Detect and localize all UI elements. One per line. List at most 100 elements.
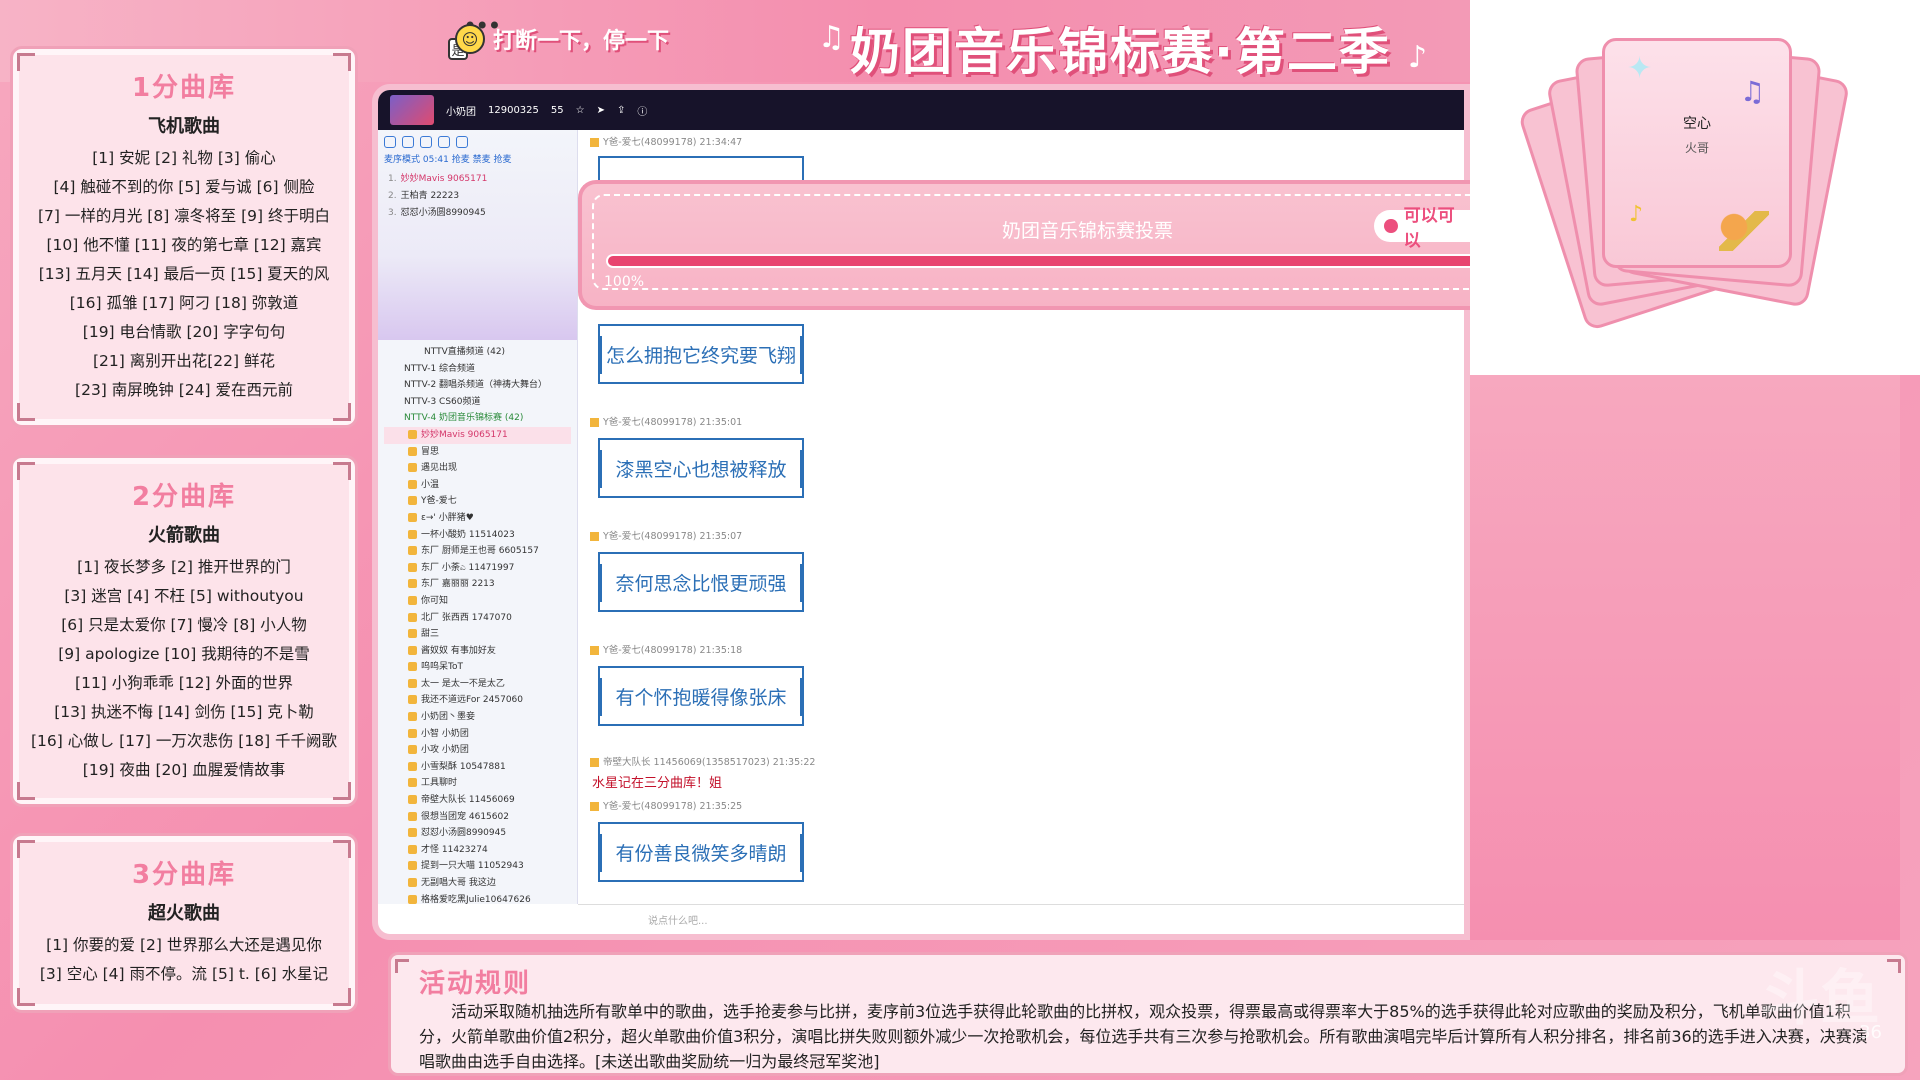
member-name: 一杯小酸奶 11514023 (421, 529, 515, 540)
member-row[interactable]: 很想当团宠 4615602 (384, 809, 571, 826)
member-name: 提到一只大喵 11052943 (421, 861, 524, 872)
share-icon[interactable]: ⇪ (617, 105, 625, 116)
member-row[interactable]: 小奶团丶墨妾 (384, 709, 571, 726)
member-badge-icon (408, 562, 417, 572)
user-icon[interactable] (384, 136, 396, 148)
member-row[interactable]: 酱奴奴 有事加好友 (384, 643, 571, 660)
lyric-box: 有份善良微笑多晴朗 (598, 822, 804, 882)
member-row[interactable]: 才怪 11423274 (384, 842, 571, 859)
rocket-icon (1719, 211, 1769, 251)
song-line: [7] 一样的月光 [8] 凛冬将至 [9] 终于明白 (37, 207, 330, 225)
member-row[interactable]: 呜呜呆ToT (384, 659, 571, 676)
info-icon[interactable]: ⓘ (637, 103, 647, 118)
group-icon[interactable] (402, 136, 414, 148)
member-badge-icon (408, 778, 417, 788)
member-row[interactable]: 东厂 小荼ಎ 11471997 (384, 560, 571, 577)
member-badge-icon (408, 894, 417, 904)
member-row[interactable]: 小智 小奶团 (384, 726, 571, 743)
member-row[interactable]: 一杯小酸奶 11514023 (384, 527, 571, 544)
vote-option[interactable]: 可以可以 (1374, 206, 1470, 251)
yy-sidebar: 麦序模式 05:41 抢麦 禁麦 抢麦 1. 妙妙Mavis 9065171 2.… (378, 130, 578, 905)
channel-row[interactable]: NTTV-2 翻唱杀频道（神祷大舞台） (384, 377, 571, 394)
member-row[interactable]: 遇见出现 (384, 460, 571, 477)
member-row[interactable]: Y爸-爱七 (384, 493, 571, 510)
member-badge-icon (408, 861, 417, 871)
member-name: 遇见出现 (421, 463, 458, 474)
member-name: 无副唱大哥 我这边 (421, 878, 496, 888)
mode-row: 麦序模式 05:41 抢麦 禁麦 抢麦 (384, 152, 571, 165)
song-line: [13] 五月天 [14] 最后一页 [15] 夏天的风 (38, 265, 330, 283)
sparkle-icon: ✦ (1627, 51, 1653, 86)
yy-title-bar: 小奶团 12900325 55 ☆ ➤ ⇪ ⓘ (378, 90, 1464, 130)
song-line: [11] 小狗乖乖 [12] 外面的世界 (75, 674, 293, 692)
channel-row[interactable]: NTTV直播频道 (42) (384, 344, 571, 361)
member-row[interactable]: 你可知 (384, 593, 571, 610)
song-line: [3] 迷宫 [4] 不枉 [5] withoutyou (64, 587, 304, 605)
member-row[interactable]: 怼怼小汤圆8990945 (384, 825, 571, 842)
member-row[interactable]: 甜三 (384, 626, 571, 643)
member-badge-icon (408, 629, 417, 639)
grab-mic-button[interactable]: 抢麦 (452, 155, 470, 165)
member-row[interactable]: 东厂 嘉丽丽 2213 (384, 576, 571, 593)
member-row[interactable]: 冒思 (384, 444, 571, 461)
queue-item[interactable]: 2. 王柏青 22223 (384, 186, 571, 203)
member-badge-icon (408, 595, 417, 605)
chat-meta: Y爸-爱七(48099178) 21:34:47 (590, 134, 742, 148)
member-row[interactable]: 格格爱吃黑Julie10647626 (384, 892, 571, 909)
card-singer: 火哥 (1684, 141, 1709, 155)
chat-meta: Y爸-爱七(48099178) 21:35:25 (590, 798, 742, 812)
song-line: [9] apologize [10] 我期待的不是雪 (58, 645, 310, 663)
member-row[interactable]: 我还不道远For 2457060 (384, 692, 571, 709)
channel-row[interactable]: NTTV-4 奶团音乐锦标赛 (42) (384, 410, 571, 427)
member-row[interactable]: 妙妙Mavis 9065171 (384, 426, 571, 444)
member-row[interactable]: 工具聊时 (384, 775, 571, 792)
member-name: 小温 (421, 479, 440, 490)
chat-meta: Y爸-爱七(48099178) 21:35:07 (590, 528, 742, 542)
song-line: [16] 孤雏 [17] 阿刁 [18] 弥敦道 (69, 294, 299, 312)
member-row[interactable]: 小雪梨酥 10547881 (384, 759, 571, 776)
library-panel-2: 2分曲库 火箭歌曲 [1] 夜长梦多 [2] 推开世界的门 [3] 迷宫 [4]… (10, 455, 358, 807)
member-row[interactable]: 无副唱大哥 我这边 (384, 875, 571, 892)
member-row[interactable]: 东厂 厨师是王也哥 6605157 (384, 543, 571, 560)
radio-dot-icon (1384, 219, 1398, 233)
event-title: 奶团音乐锦标赛·第二季 (850, 23, 1391, 81)
queue-item[interactable]: 1. 妙妙Mavis 9065171 (384, 169, 571, 186)
member-row[interactable]: 小温 (384, 477, 571, 494)
member-row[interactable]: ε→' 小胖猪♥ (384, 510, 571, 527)
location-icon[interactable] (420, 136, 432, 148)
channel-row[interactable]: NTTV-3 CS60频道 (384, 394, 571, 411)
chat-input-placeholder[interactable]: 说点什么吧... (648, 912, 708, 927)
vote-progress-fill (608, 256, 1470, 266)
queue-item[interactable]: 3. 怼怼小汤圆8990945 (384, 203, 571, 220)
song-line: [3] 空心 [4] 雨不停。流 [5] t. [6] 水星记 (39, 965, 329, 983)
song-line: [21] 离别开出花[22] 鲜花 (93, 352, 275, 370)
library-subtitle: 火箭歌曲 (148, 525, 220, 546)
member-name: 呜呜呆ToT (421, 662, 463, 673)
member-row[interactable]: 帝壁大队长 11456069 (384, 792, 571, 809)
member-name: 酱奴奴 有事加好友 (421, 645, 496, 656)
member-badge-icon (408, 546, 417, 556)
library-title: 1分曲库 (131, 73, 237, 103)
member-row[interactable]: 小攻 小奶团 (384, 742, 571, 759)
channel-logo (390, 95, 434, 125)
speech-bubble: ☺ 打断一下，停一下 (455, 14, 705, 64)
member-row[interactable]: 太一 是太一不是太乙 (384, 676, 571, 693)
member-name: 我还不道远For 2457060 (421, 695, 524, 706)
book-icon[interactable] (438, 136, 450, 148)
ban-mic-button[interactable]: 禁麦 (473, 155, 491, 165)
song-line: [6] 只是太爱你 [7] 慢冷 [8] 小人物 (61, 616, 307, 634)
member-row[interactable]: 提到一只大喵 11052943 (384, 858, 571, 875)
member-name: 才怪 11423274 (421, 844, 488, 855)
chat-input[interactable]: 说点什么吧... (578, 904, 1464, 934)
send-icon[interactable]: ➤ (597, 105, 605, 116)
channel-row[interactable]: NTTV-1 综合频道 (384, 361, 571, 378)
music-note-icon: ♪ (1408, 40, 1428, 75)
search-icon[interactable] (456, 136, 468, 148)
star-icon[interactable]: ☆ (576, 105, 585, 116)
member-row[interactable]: 北厂 张西西 1747070 (384, 610, 571, 627)
music-note-icon: ♪ (1629, 202, 1644, 227)
watermark-number: 36 (1859, 1022, 1882, 1043)
mode-label[interactable]: 麦序模式 (384, 155, 420, 165)
member-badge-icon (408, 645, 417, 655)
grab-mic-button-2[interactable]: 抢麦 (493, 155, 511, 165)
